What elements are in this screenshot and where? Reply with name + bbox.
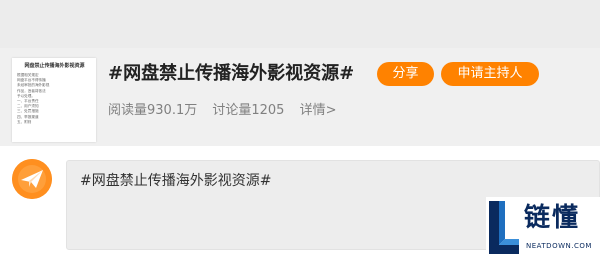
user-avatar[interactable]	[12, 159, 52, 199]
topic-stats: 阅读量930.1万 讨论量1205 详情>	[108, 99, 348, 118]
topic-title: #网盘禁止传播海外影视资源#	[108, 63, 355, 84]
discussion-count: 讨论量1205	[212, 103, 285, 118]
compose-text[interactable]: #网盘禁止传播海外影视资源#	[80, 170, 271, 190]
topic-header: 网盘禁止传播海外影视资源 根据相关规定 网盘平台不得传播 未经审批的海外影视 作…	[0, 0, 600, 146]
l-shape-logo-icon	[486, 197, 522, 257]
watermark-url: NEATDOWN.COM	[526, 242, 592, 250]
details-link[interactable]: 详情>	[300, 103, 337, 118]
watermark-logo: 链懂 NEATDOWN.COM	[486, 197, 600, 259]
header-banner	[0, 0, 600, 48]
topic-cover-image: 网盘禁止传播海外影视资源 根据相关规定 网盘平台不得传播 未经审批的海外影视 作…	[12, 58, 96, 142]
watermark-name: 链懂	[524, 203, 581, 233]
share-button[interactable]: 分享	[377, 62, 434, 86]
apply-host-button[interactable]: 申请主持人	[441, 62, 539, 86]
cover-body: 根据相关规定 网盘平台不得传播 未经审批的海外影视 作品，违者将依法 予以处理。…	[17, 73, 50, 124]
paper-plane-icon	[12, 159, 52, 199]
cover-title: 网盘禁止传播海外影视资源	[24, 63, 85, 69]
read-count: 阅读量930.1万	[108, 103, 198, 118]
